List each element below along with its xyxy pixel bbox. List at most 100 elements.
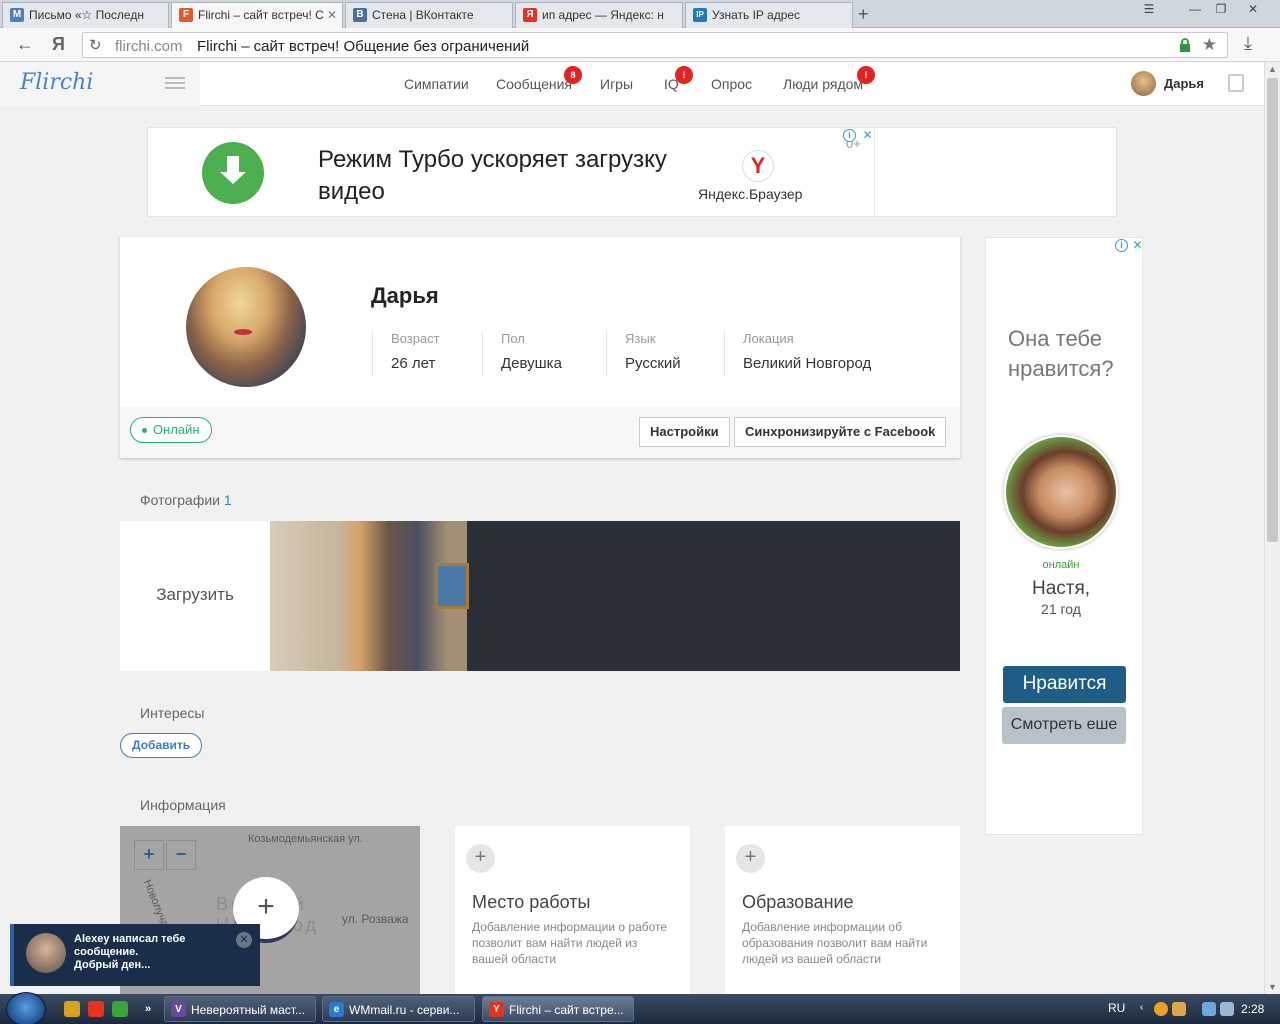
nav-likes[interactable]: Симпатии <box>404 76 469 92</box>
ad-close-icon[interactable]: ✕ <box>861 129 874 142</box>
side-ad-info-icon[interactable]: i <box>1115 239 1128 252</box>
side-ad-age: 21 год <box>1041 601 1081 617</box>
people-nearby-badge: ! <box>857 66 875 84</box>
sync-facebook-button[interactable]: Синхронизируйте с Facebook <box>734 417 947 447</box>
video-app-icon: V <box>171 1002 186 1017</box>
photos-count[interactable]: 1 <box>224 492 232 508</box>
taskbar-item-flirchi[interactable]: Y Flirchi – сайт встре... <box>482 996 634 1022</box>
side-ad-close-icon[interactable]: ✕ <box>1131 239 1144 252</box>
settings-button[interactable]: Настройки <box>639 417 730 447</box>
download-icon[interactable]: ⤓ <box>1244 33 1252 54</box>
tab-label: Стена | ВКонтакте <box>372 8 474 22</box>
ad-info-icon[interactable]: i <box>843 129 856 142</box>
message-notification[interactable]: Alexey написал тебе сообщение. Добрый де… <box>10 924 260 986</box>
nav-messages[interactable]: Сообщения <box>496 76 572 92</box>
workplace-description: Добавление информации о работе позволит … <box>472 920 668 966</box>
upload-photo-button[interactable]: Загрузить <box>120 521 270 671</box>
network-icon[interactable] <box>1202 1002 1216 1016</box>
workplace-card[interactable]: + Место работы Добавление информации о р… <box>455 826 690 994</box>
tab-label: ип адрес — Яндекс: н <box>542 8 664 22</box>
profile-footer: Онлайн Настройки Синхронизируйте с Faceb… <box>120 407 960 458</box>
close-window-icon[interactable]: ✕ <box>1238 0 1268 18</box>
icq-icon[interactable] <box>112 1001 128 1017</box>
map-zoom-in-button[interactable]: + <box>134 840 164 870</box>
url-field[interactable]: ↻ flirchi.com Flirchi – сайт встреч! Общ… <box>82 32 1228 58</box>
nav-poll[interactable]: Опрос <box>711 76 752 92</box>
profile-photo[interactable] <box>186 267 306 387</box>
browser-tab-ip[interactable]: IP Узнать IP адрес <box>685 2 853 28</box>
scroll-up-icon[interactable]: ▲ <box>1268 64 1277 74</box>
add-workplace-icon[interactable]: + <box>466 844 495 873</box>
map-zoom-out-button[interactable]: − <box>166 840 196 870</box>
scroll-down-icon[interactable]: ▼ <box>1268 982 1277 992</box>
photo-thumbnail[interactable] <box>270 521 469 671</box>
side-ad-photo[interactable] <box>1004 435 1118 549</box>
reload-icon[interactable]: ↻ <box>89 36 102 54</box>
ie-icon: e <box>329 1002 344 1017</box>
lock-icon[interactable] <box>1179 38 1191 52</box>
menu-area: Flirchi <box>0 62 200 106</box>
back-arrow-icon[interactable]: ← <box>16 34 34 55</box>
map-street-label: ул. Розважа <box>342 912 409 926</box>
user-avatar[interactable] <box>1131 71 1156 96</box>
volume-icon[interactable] <box>1220 1002 1234 1016</box>
add-education-icon[interactable]: + <box>736 844 765 873</box>
side-ad-question: Она тебе нравится? <box>1008 326 1114 381</box>
notification-close-icon[interactable]: ✕ <box>236 932 252 948</box>
language-indicator[interactable]: RU <box>1108 1001 1125 1015</box>
scroll-thumb[interactable] <box>1267 78 1278 542</box>
close-tab-icon[interactable]: ✕ <box>327 8 337 22</box>
new-tab-button[interactable]: + <box>858 4 869 25</box>
browser-tab-mail[interactable]: M Письмо «☆ Последн <box>2 2 169 28</box>
flirchi-favicon-icon: F <box>179 8 193 22</box>
media-player-icon[interactable] <box>64 1001 80 1017</box>
tab-label: Узнать IP адрес <box>712 8 801 22</box>
photos-strip: Загрузить <box>120 521 960 671</box>
photos-title: Фотографии <box>140 492 221 508</box>
hamburger-menu-icon[interactable] <box>165 77 185 89</box>
url-page-title: Flirchi – сайт встреч! Общение без огран… <box>197 38 530 55</box>
more-quicklaunch-icon[interactable]: » <box>140 1001 156 1017</box>
stat-age: Возраст 26 лет <box>372 331 440 377</box>
browser-menu-icon[interactable]: ☰ <box>1134 0 1164 18</box>
upload-label: Загрузить <box>156 585 234 604</box>
like-button[interactable]: Нравится <box>1003 666 1126 703</box>
bookmark-star-icon[interactable]: ★ <box>1202 35 1217 55</box>
yandex-quicklaunch-icon[interactable] <box>88 1001 104 1017</box>
start-button[interactable] <box>6 992 46 1024</box>
yandex-home-icon[interactable]: Я <box>52 34 65 55</box>
browser-tab-yandex[interactable]: Я ип адрес — Яндекс: н <box>515 2 683 28</box>
task-label: WMmail.ru - серви... <box>349 1003 460 1017</box>
top-advertisement[interactable]: Режим Турбо ускоряет загрузку видео Y Ян… <box>147 127 1117 217</box>
taskbar-item-video[interactable]: V Невероятный маст... <box>164 996 316 1022</box>
exit-icon[interactable] <box>1228 74 1244 92</box>
tray-expand-icon[interactable]: ‹ <box>1140 1002 1154 1016</box>
interests-title: Интересы <box>140 705 205 721</box>
add-interest-button[interactable]: Добавить <box>120 733 203 758</box>
education-description: Добавление информации об образования поз… <box>742 920 928 966</box>
stat-label: Локация <box>743 331 794 346</box>
iq-badge: ! <box>675 66 693 84</box>
sender-avatar <box>26 933 66 973</box>
browser-tab-flirchi[interactable]: F Flirchi – сайт встреч! С ✕ <box>171 2 343 29</box>
nav-games[interactable]: Игры <box>600 76 633 92</box>
browser-tab-vk[interactable]: B Стена | ВКонтакте <box>345 2 513 28</box>
task-label: Невероятный маст... <box>191 1003 305 1017</box>
ad-brand: Яндекс.Браузер <box>698 186 803 202</box>
yandex-favicon-icon: Я <box>523 8 537 22</box>
tray-speaker-icon[interactable] <box>1172 1002 1186 1016</box>
nav-people-nearby[interactable]: Люди рядом <box>783 76 863 92</box>
ad-banner[interactable]: Режим Турбо ускоряет загрузку видео Y Ян… <box>148 128 875 216</box>
info-title: Информация <box>140 797 226 813</box>
taskbar-item-wmmail[interactable]: e WMmail.ru - серви... <box>322 996 475 1022</box>
tab-label: Письмо «☆ Последн <box>29 8 144 22</box>
site-logo[interactable]: Flirchi <box>20 70 93 95</box>
maximize-icon[interactable]: ❐ <box>1206 0 1236 18</box>
tray-app-icon[interactable] <box>1154 1002 1168 1016</box>
education-card[interactable]: + Образование Добавление информации об о… <box>725 826 960 994</box>
user-name[interactable]: Дарья <box>1164 76 1204 91</box>
see-more-button[interactable]: Смотреть еше <box>1002 707 1126 744</box>
page-scrollbar[interactable]: ▲ ▼ <box>1264 62 1280 994</box>
side-advertisement[interactable]: i ✕ Она тебе нравится? онлайн Настя, 21 … <box>985 237 1143 835</box>
ip-favicon-icon: IP <box>693 8 707 22</box>
